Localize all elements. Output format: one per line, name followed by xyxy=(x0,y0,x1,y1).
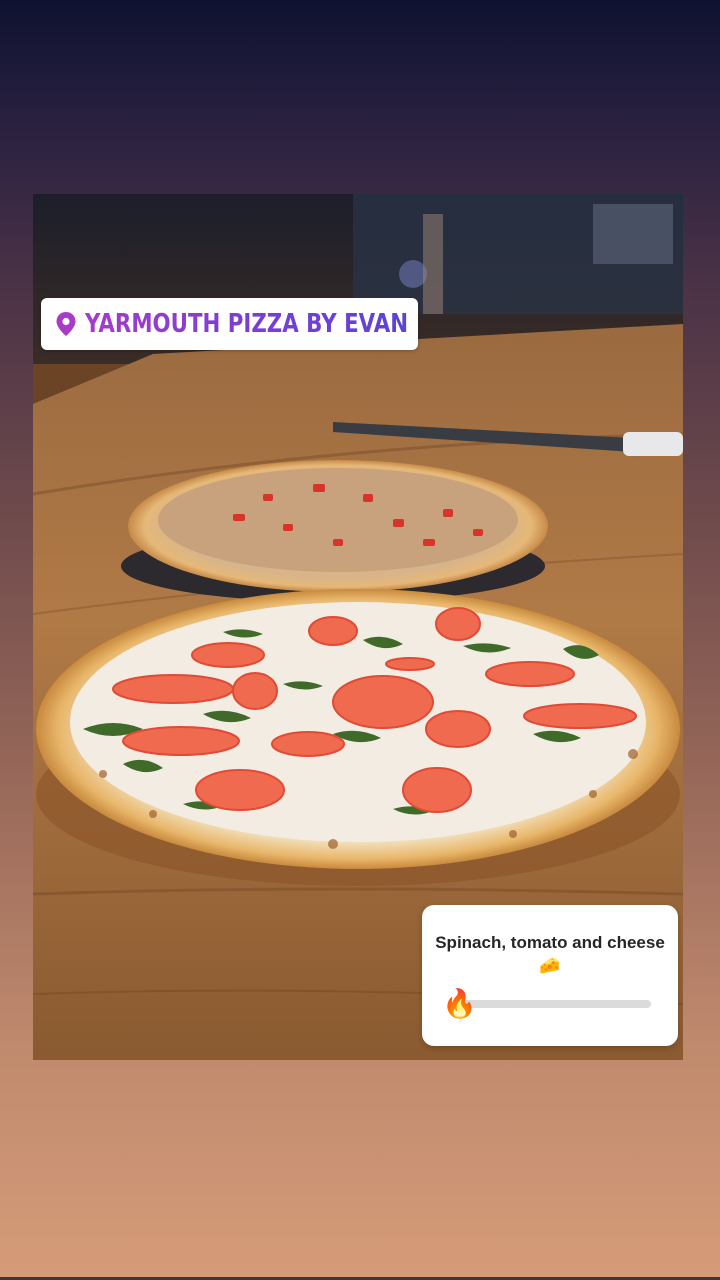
emoji-slider-sticker[interactable]: Spinach, tomato and cheese 🧀 🔥 xyxy=(422,905,678,1046)
slider-track[interactable] xyxy=(460,1000,651,1008)
location-pin-icon xyxy=(55,311,77,337)
location-sticker[interactable]: YARMOUTH PIZZA BY EVAN xyxy=(41,298,418,350)
fire-emoji-slider-thumb[interactable]: 🔥 xyxy=(442,988,477,1020)
slider-question: Spinach, tomato and cheese 🧀 xyxy=(435,933,665,975)
location-label: YARMOUTH PIZZA BY EVAN xyxy=(85,309,409,339)
